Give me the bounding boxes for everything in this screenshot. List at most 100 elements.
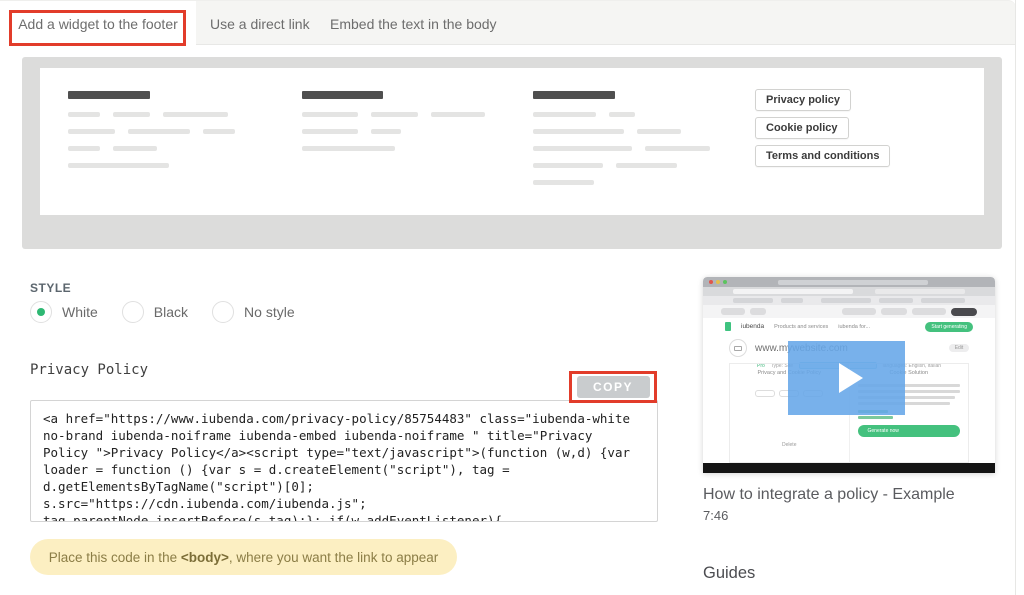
pill [750, 308, 766, 315]
skeleton-row [533, 163, 710, 168]
video-thumbnail[interactable]: iubenda Products and services iubenda fo… [703, 277, 995, 473]
generate-now-button: Generate now [858, 425, 961, 437]
tab-embed-text-in-body[interactable]: Embed the text in the body [320, 1, 507, 46]
skeleton-row [302, 146, 485, 151]
widget-terms-conditions-button[interactable]: Terms and conditions [755, 145, 890, 167]
skeleton-bar [609, 112, 635, 117]
skeleton-bar [371, 129, 401, 134]
skeleton-bar [616, 163, 677, 168]
skeleton-row [533, 129, 710, 134]
tab-label: Use a direct link [210, 16, 310, 32]
copy-button[interactable]: COPY [577, 376, 650, 398]
radio-selected-dot [37, 308, 45, 316]
skeleton-row [68, 112, 235, 117]
radio-label: Black [154, 304, 188, 320]
browser-tab [875, 289, 965, 294]
skeleton-row [68, 163, 235, 168]
tab-label: Add a widget to the footer [18, 16, 178, 32]
video-title: How to integrate a policy - Example [703, 486, 955, 504]
footer-preview-container: Privacy policy Cookie policy Terms and c… [22, 57, 1002, 249]
footer-skeleton-column-1 [68, 91, 235, 180]
radio-selected-dot [219, 308, 227, 316]
code-block-title: Privacy Policy [30, 362, 148, 378]
widget-privacy-policy-button[interactable]: Privacy policy [755, 89, 851, 111]
skeleton-row [533, 180, 710, 185]
style-section-heading: STYLE [30, 281, 71, 295]
skeleton-bar [113, 112, 150, 117]
embed-code-textarea[interactable]: <a href="https://www.iubenda.com/privacy… [30, 400, 658, 522]
widget-cookie-policy-button[interactable]: Cookie policy [755, 117, 849, 139]
nav-products: Products and services [774, 324, 828, 330]
browser-bookmark-row [703, 296, 995, 305]
radio-selected-dot [129, 308, 137, 316]
skeleton-row [68, 146, 235, 151]
radio-label: White [62, 304, 98, 320]
tab-use-direct-link[interactable]: Use a direct link [200, 1, 320, 46]
radio-circle-icon[interactable] [30, 301, 52, 323]
style-radio-no-style[interactable]: No style [212, 301, 295, 323]
style-radio-white[interactable]: White [30, 301, 98, 323]
skeleton-row [533, 146, 710, 151]
browser-chrome-bar [703, 277, 995, 287]
iubenda-header: iubenda Products and services iubenda fo… [703, 318, 995, 335]
skeleton-bar [302, 146, 395, 151]
skeleton-row [302, 112, 485, 117]
note-prefix: Place this code in the [49, 550, 181, 565]
placement-note: Place this code in the <body>, where you… [30, 539, 457, 575]
skeleton-bar [128, 129, 190, 134]
monitor-icon [734, 346, 742, 351]
start-generating-button: Start generating [925, 322, 973, 332]
skeleton-bar [533, 180, 594, 185]
skeleton-heading-bar [68, 91, 150, 99]
skeleton-bar [113, 146, 157, 151]
browser-tab-row [703, 287, 995, 296]
skeleton-bar [645, 146, 710, 151]
note-body-tag: <body> [181, 550, 229, 565]
widget-buttons-preview: Privacy policy Cookie policy Terms and c… [755, 89, 890, 173]
skeleton-bar [163, 112, 228, 117]
traffic-light-minimize-icon [716, 280, 720, 284]
video-play-overlay[interactable] [788, 341, 905, 415]
radio-circle-icon[interactable] [212, 301, 234, 323]
toolbar-segment [733, 298, 773, 303]
skeleton-bar [68, 146, 100, 151]
skeleton-bar [431, 112, 485, 117]
traffic-light-zoom-icon [723, 280, 727, 284]
style-radio-black[interactable]: Black [122, 301, 188, 323]
site-avatar [729, 339, 747, 357]
skeleton-bar [637, 129, 681, 134]
radio-label: No style [244, 304, 295, 320]
footer-skeleton-column-3 [533, 91, 710, 197]
skeleton-bar [533, 129, 624, 134]
account-bar [703, 305, 995, 318]
toolbar-segment [821, 298, 871, 303]
laptop-base-bar [703, 463, 995, 473]
url-bar [778, 280, 928, 285]
view-pill [755, 390, 775, 397]
play-icon [839, 363, 863, 393]
skeleton-row [533, 112, 710, 117]
skeleton-row [302, 129, 485, 134]
video-duration: 7:46 [703, 508, 728, 523]
skeleton-bar [533, 146, 632, 151]
language-pill [721, 308, 745, 315]
delete-link: Delete [730, 442, 849, 448]
radio-circle-icon[interactable] [122, 301, 144, 323]
skeleton-bar [371, 112, 418, 117]
nav-iubenda-for: iubenda for... [838, 324, 870, 330]
skeleton-bar [302, 129, 358, 134]
skeleton-bar [533, 163, 603, 168]
toolbar-segment [781, 298, 803, 303]
note-suffix: , where you want the link to appear [229, 550, 438, 565]
tab-add-widget-to-footer[interactable]: Add a widget to the footer [0, 1, 196, 47]
skeleton-bar [68, 112, 100, 117]
logout-pill [951, 308, 977, 316]
integration-tabbar: Add a widget to the footer Use a direct … [0, 0, 1016, 45]
tutorial-video[interactable]: iubenda Products and services iubenda fo… [703, 277, 995, 473]
skeleton-heading-bar [302, 91, 383, 99]
tab-label: Embed the text in the body [330, 16, 497, 32]
skeleton-bar [533, 112, 596, 117]
skeleton-bar [68, 163, 169, 168]
dashboard-pill [881, 308, 907, 315]
email-pill [842, 308, 876, 315]
